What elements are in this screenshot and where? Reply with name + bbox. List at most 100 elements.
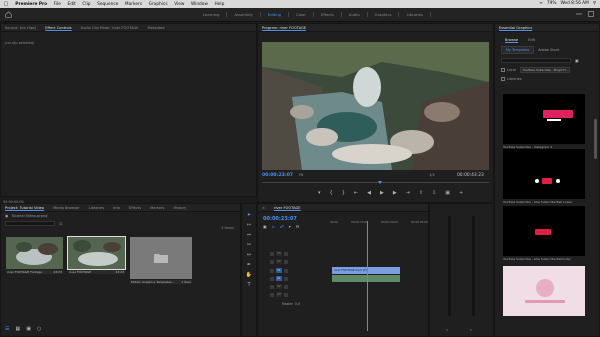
- workspace-tab-learning[interactable]: Learning: [196, 12, 228, 17]
- lock-icon[interactable]: [270, 259, 274, 264]
- eye-icon[interactable]: [284, 251, 288, 256]
- menu-graphics[interactable]: Graphics: [145, 2, 171, 7]
- mark-out-icon[interactable]: }: [342, 190, 345, 196]
- track-header-a2[interactable]: A2: [270, 283, 332, 290]
- workspace-tab-effects[interactable]: Effects: [314, 12, 342, 17]
- mark-in-icon[interactable]: {: [330, 190, 333, 196]
- workspace-tab-assembly[interactable]: Assembly: [227, 12, 261, 17]
- slip-tool-icon[interactable]: ↔: [246, 252, 253, 259]
- track-header-v1[interactable]: V1: [270, 267, 332, 274]
- workspace-tab-color[interactable]: Color: [289, 12, 314, 17]
- tab-markers[interactable]: Markers: [150, 206, 164, 210]
- project-item-mogrt-bin[interactable]: Motion Graphics Templates... 1 Item: [130, 237, 192, 284]
- razor-tool-icon[interactable]: ✂: [246, 242, 253, 249]
- workspace-tab-graphics[interactable]: Graphics: [368, 12, 400, 17]
- home-icon[interactable]: [5, 11, 12, 18]
- essential-graphics-title[interactable]: Essential Graphics: [499, 26, 532, 30]
- mute-icon[interactable]: [284, 284, 288, 289]
- program-current-timecode[interactable]: 00:00:23:07: [262, 173, 293, 178]
- template-search-input[interactable]: [501, 58, 571, 63]
- freeform-view-icon[interactable]: ▣: [26, 326, 31, 332]
- workspace-tab-libraries[interactable]: Libraries: [399, 12, 431, 17]
- tab-effects[interactable]: Effects: [129, 206, 141, 210]
- tab-info[interactable]: Info: [113, 206, 120, 210]
- menu-window[interactable]: Window: [188, 2, 212, 7]
- add-marker-timeline-icon[interactable]: ▾: [289, 224, 291, 229]
- menu-markers[interactable]: Markers: [122, 2, 146, 7]
- menu-view[interactable]: View: [171, 2, 188, 7]
- close-sequence-icon[interactable]: ×: [262, 206, 265, 210]
- menu-sequence[interactable]: Sequence: [94, 2, 122, 7]
- menu-edit[interactable]: Edit: [64, 2, 79, 7]
- type-tool-icon[interactable]: T: [246, 282, 253, 289]
- my-templates-button[interactable]: My Templates: [501, 46, 535, 54]
- track-header-v3[interactable]: V3: [270, 250, 332, 257]
- workspace-tab-editing[interactable]: Editing: [261, 12, 290, 17]
- icon-view-icon[interactable]: ▦: [15, 326, 20, 332]
- snap-icon[interactable]: ∪: [272, 224, 275, 229]
- tab-metadata[interactable]: Metadata: [148, 26, 165, 30]
- video-clip[interactable]: river FOOTAGE.mp4 [V]: [332, 267, 400, 274]
- master-track[interactable]: Master 0.0: [282, 302, 300, 306]
- step-back-icon[interactable]: ◀: [367, 190, 371, 196]
- battery-percent[interactable]: 79%: [547, 1, 557, 6]
- timeline-playhead[interactable]: [367, 221, 368, 331]
- apple-menu-icon[interactable]: : [0, 1, 12, 7]
- menu-clip[interactable]: Clip: [79, 2, 94, 7]
- program-monitor-title[interactable]: Program: river FOOTAGE: [262, 26, 306, 30]
- tab-project[interactable]: Project: Tutorial Video: [5, 206, 44, 210]
- filter-bin-icon[interactable]: ⚖: [59, 221, 63, 226]
- track-header-a1[interactable]: A1: [270, 275, 332, 282]
- quick-export-icon[interactable]: [588, 11, 594, 17]
- local-checkbox[interactable]: Local: [501, 68, 516, 72]
- add-button-icon[interactable]: +: [459, 190, 463, 196]
- menu-file[interactable]: File: [50, 2, 64, 7]
- template-card[interactable]: YouTube Subscribe - Like Subscribe Remin…: [503, 206, 585, 261]
- pen-tool-icon[interactable]: ✒: [246, 262, 253, 269]
- zoom-fit-select[interactable]: Fit: [299, 173, 303, 177]
- project-item-footage[interactable]: river FOOTAGE Footage 43:23: [6, 237, 63, 284]
- audio-clip[interactable]: [332, 275, 400, 282]
- menu-help[interactable]: Help: [211, 2, 227, 7]
- lift-icon[interactable]: ⇧: [419, 190, 423, 196]
- essential-graphics-scrollbar[interactable]: [594, 119, 597, 159]
- timeline-ruler[interactable]: 00:00 00:00:15:00 00:00:30:00 00:00:45:0…: [330, 220, 428, 227]
- project-item-sequence[interactable]: river FOOTAGE 43:23: [67, 236, 126, 284]
- lock-icon[interactable]: [270, 251, 274, 256]
- timeline-timecode[interactable]: 00:00:23:07: [263, 216, 297, 222]
- export-frame-icon[interactable]: ▣: [445, 190, 450, 196]
- lock-icon[interactable]: [270, 276, 274, 281]
- template-card[interactable]: YouTube Subscribe - Instagram 4: [503, 94, 585, 149]
- sequence-tab[interactable]: river FOOTAGE: [274, 206, 301, 210]
- list-view-icon[interactable]: ☰: [5, 326, 9, 332]
- step-forward-icon[interactable]: ▶: [393, 190, 397, 196]
- mute-icon[interactable]: [284, 276, 288, 281]
- template-card[interactable]: [503, 266, 585, 317]
- menu-app[interactable]: Premiere Pro: [12, 2, 50, 7]
- extract-icon[interactable]: ⇩: [432, 190, 436, 196]
- program-scrubber[interactable]: [262, 181, 489, 184]
- clock[interactable]: Wed 8:56 AM: [560, 1, 588, 6]
- tab-libraries[interactable]: Libraries: [89, 206, 105, 210]
- go-to-in-icon[interactable]: ⇤: [354, 190, 358, 196]
- track-select-tool-icon[interactable]: ↦: [246, 222, 253, 229]
- template-card[interactable]: YouTube Subscribe - Like Subscribe Bell …: [503, 149, 585, 204]
- tab-source[interactable]: Source: (no clips): [5, 26, 36, 30]
- go-to-out-icon[interactable]: ⇥: [406, 190, 410, 196]
- eye-icon[interactable]: [284, 259, 288, 264]
- template-folder-dropdown[interactable]: YouTube Subscribe - Mogrt Fi...: [519, 67, 570, 73]
- solo-right-button[interactable]: S: [470, 328, 472, 332]
- search-icon[interactable]: ⚲: [593, 1, 596, 6]
- workspace-tab-audio[interactable]: Audio: [342, 12, 368, 17]
- track-header-v2[interactable]: V2: [270, 258, 332, 265]
- folder-icon[interactable]: ▣: [575, 58, 579, 63]
- lock-icon[interactable]: [270, 268, 274, 273]
- playback-resolution-select[interactable]: 1/2: [429, 173, 435, 177]
- tab-edit[interactable]: Edit: [528, 38, 535, 42]
- track-header-a3[interactable]: A3: [270, 291, 332, 298]
- eye-icon[interactable]: [284, 268, 288, 273]
- tab-audio-clip-mixer[interactable]: Audio Clip Mixer: river FOOTAGE: [81, 26, 139, 30]
- solo-left-button[interactable]: S: [446, 328, 448, 332]
- play-icon[interactable]: ▶: [380, 190, 384, 196]
- selection-tool-icon[interactable]: ➤: [246, 212, 253, 219]
